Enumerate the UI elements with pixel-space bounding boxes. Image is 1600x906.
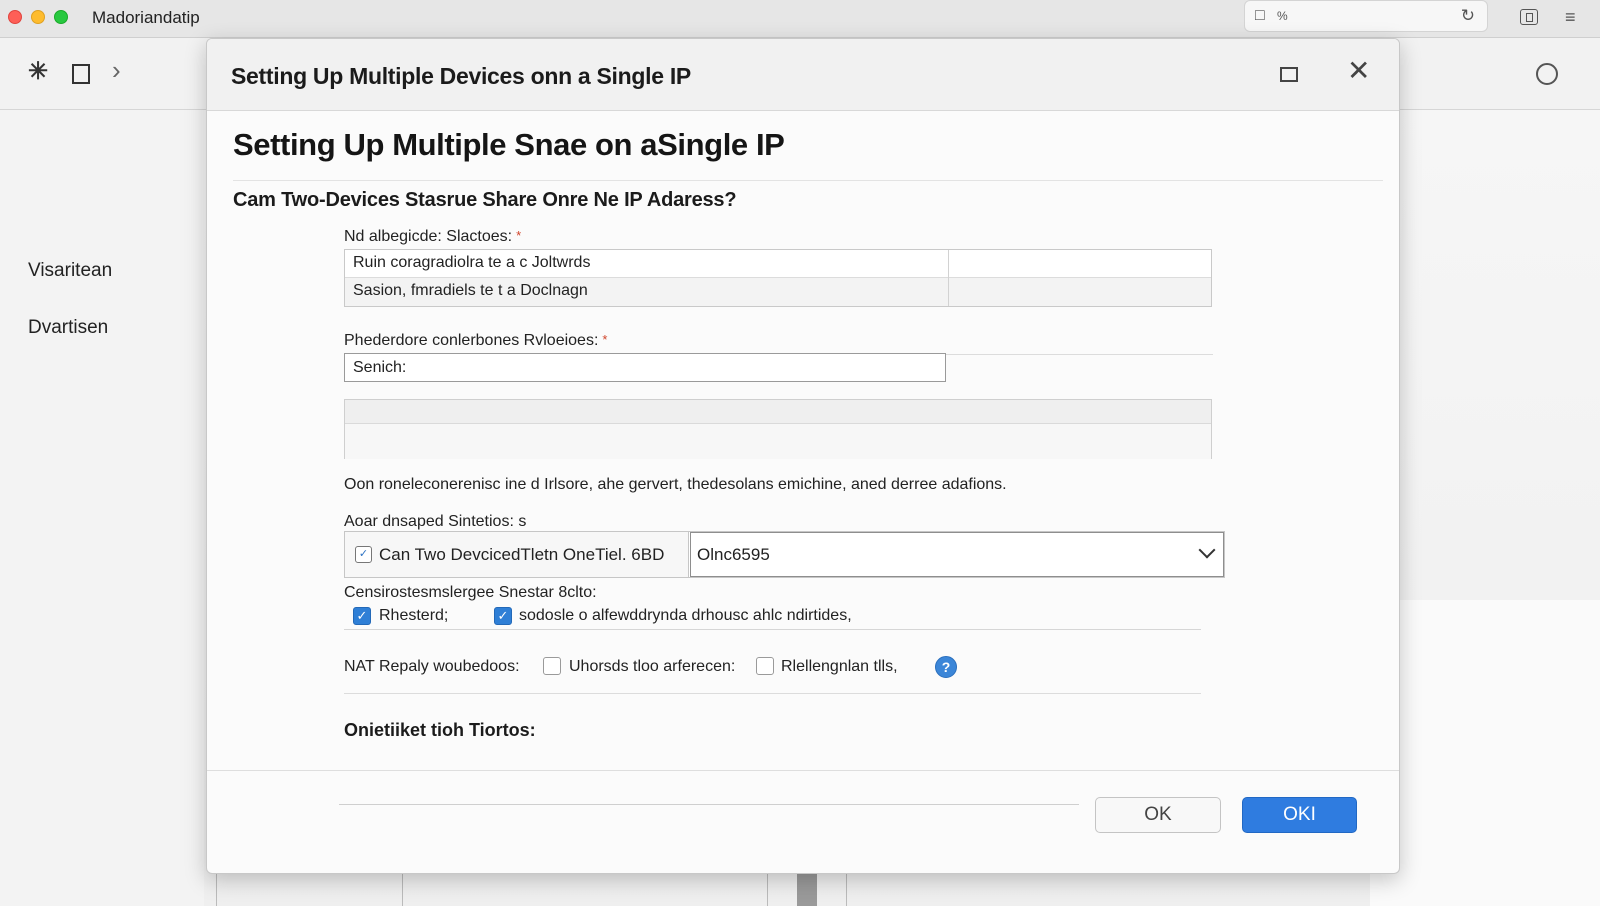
dialog-header: Setting Up Multiple Devices onn a Single… [207,39,1399,111]
checkbox-uhorsds[interactable] [543,657,561,675]
checkbox-sodosle[interactable]: ✓ [494,607,512,625]
shared-label: Aoar dnsaped Sintetios: s [344,513,527,530]
divider [344,693,1201,694]
column-divider [948,250,949,306]
checkbox-label: sodosle o alfewddrynda drhousc ahlc ndir… [519,607,852,624]
minimize-window-button[interactable] [31,10,45,24]
maximize-window-button[interactable] [54,10,68,24]
menu-icon[interactable]: ≡ [1565,8,1576,26]
search-label: Phederdore conlerbones Rvloeioes: * [344,332,607,350]
options-label: Censirostesmslergee Snestar 8clto: [344,584,597,601]
page-icon[interactable] [72,64,90,84]
background-panel [1370,600,1600,906]
dialog-title: Setting Up Multiple Devices onn a Single… [231,63,691,89]
refresh-icon[interactable]: ↻ [1461,6,1475,26]
table-label-text: Nd albegicde: Slactoes: [344,228,513,245]
table-cell: Ruin coragradiolra te a c Joltwrds [353,254,591,271]
required-marker: * [602,332,608,347]
setup-dialog: Setting Up Multiple Devices onn a Single… [206,38,1400,874]
divider [233,180,1383,181]
checkbox-label: Uhorsds tloo arferecen: [569,658,736,675]
sidebar: Visaritean Dvartisen [0,110,204,906]
checkbox-rlellengnlan[interactable] [756,657,774,675]
results-table[interactable] [344,399,1212,459]
divider [339,804,1079,805]
table-row[interactable] [345,424,1211,459]
description-text: Oon roneleconerenisc ine d Irlsore, ahe … [344,476,1007,493]
table-row[interactable]: Sasion, fmradiels te t a Doclnagn [345,278,1211,306]
percent-icon: % [1277,9,1288,23]
section-heading: Cam Two-Devices Stasrue Share Onre Ne IP… [233,189,737,211]
tools-icon[interactable]: ✳ [28,60,48,84]
divider [344,629,1201,630]
table-row[interactable] [345,400,1211,424]
chevron-down-icon[interactable] [1198,541,1216,559]
help-icon[interactable]: ? [935,656,957,678]
checkbox-label: Rlellengnlan tlls, [781,658,898,675]
confirm-button[interactable]: OKI [1242,797,1357,833]
device-toggle[interactable]: ✓ Can Two DevcicedTletn OneTiel. 6BD [345,532,689,577]
select-value: Olnc6595 [697,545,770,564]
address-bar[interactable]: □ % ↻ [1244,0,1488,32]
search-input[interactable] [344,353,946,382]
table-cell: Sasion, fmradiels te t a Doclnagn [353,282,588,299]
sidebar-item-dvartisen[interactable]: Dvartisen [28,317,108,339]
chevron-right-icon[interactable]: › [112,57,121,83]
settings-icon[interactable] [1536,63,1558,85]
required-marker: * [516,228,522,243]
device-label: Can Two DevcicedTletn OneTiel. 6BD [379,545,665,564]
sidebar-toggle-icon[interactable] [1520,9,1538,25]
title-bar: Madoriandatip □ % ↻ ≡ [0,0,1600,38]
data-table[interactable]: Ruin coragradiolra te a c Joltwrds Sasio… [344,249,1212,307]
nat-label: NAT Repaly woubedoos: [344,658,520,675]
clipboard-icon[interactable]: □ [1255,7,1265,25]
section-heading: Onietiiket tioh Tiortos: [344,720,536,740]
search-label-text: Phederdore conlerbones Rvloeioes: [344,332,599,349]
checkbox-label: Rhesterd; [379,607,449,624]
checkbox-rhesterd[interactable]: ✓ [353,607,371,625]
app-title: Madoriandatip [92,8,200,27]
footer-divider [207,770,1399,771]
maximize-icon[interactable] [1280,67,1298,82]
checkbox-icon[interactable]: ✓ [355,546,372,563]
page-title: Setting Up Multiple Snae on aSingle IP [233,127,785,162]
sidebar-item-visaritean[interactable]: Visaritean [28,260,112,282]
table-label: Nd albegicde: Slactoes: * [344,228,521,246]
close-icon[interactable]: ✕ [1347,57,1370,85]
close-window-button[interactable] [8,10,22,24]
table-row[interactable]: Ruin coragradiolra te a c Joltwrds [345,250,1211,278]
device-select[interactable]: Olnc6595 [690,532,1224,577]
ok-button[interactable]: OK [1095,797,1221,833]
device-combo[interactable]: ✓ Can Two DevcicedTletn OneTiel. 6BD Oln… [344,531,1225,578]
